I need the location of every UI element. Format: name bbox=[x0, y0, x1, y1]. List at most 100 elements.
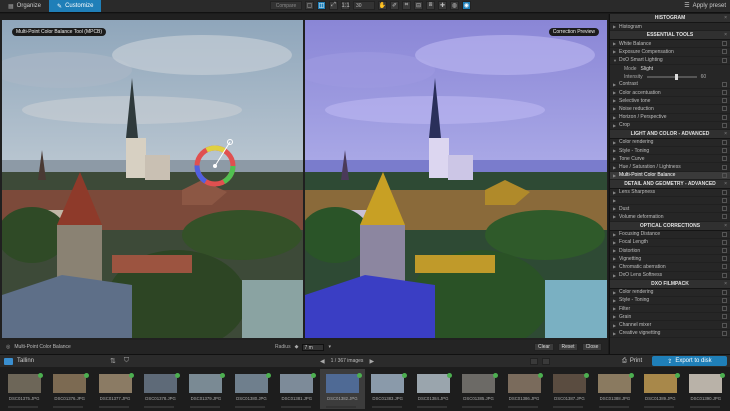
clear-button[interactable]: Clear bbox=[534, 343, 554, 351]
rating-bar[interactable] bbox=[553, 406, 584, 408]
repair-icon[interactable]: ✚ bbox=[438, 1, 447, 10]
panel-row-fp-color-rendering[interactable]: ▶ Color rendering bbox=[610, 289, 730, 297]
filmstrip-thumbnail[interactable]: DSC01385.JPG bbox=[456, 369, 500, 409]
zoom-fit-icon[interactable]: ⤢ bbox=[329, 1, 338, 10]
filmstrip-thumbnail[interactable]: DSC01379.JPG bbox=[184, 369, 228, 409]
panel-row-focusing-distance[interactable]: ▶ Focusing Distance bbox=[610, 231, 730, 239]
close-section-icon[interactable]: × bbox=[724, 180, 727, 189]
filmstrip-thumbnail[interactable]: DSC01375.JPG bbox=[2, 369, 46, 409]
panel-row-multi-point[interactable]: ▶ Multi-Point Color Balance bbox=[610, 171, 730, 180]
panel-row-distortion[interactable]: ▶ Distortion bbox=[610, 247, 730, 256]
preset-box-icon[interactable] bbox=[722, 189, 727, 195]
compare-button[interactable]: Compare bbox=[270, 1, 302, 10]
preset-box-icon[interactable] bbox=[722, 248, 727, 254]
optical-corrections-header[interactable]: OPTICAL CORRECTIONS × bbox=[610, 221, 730, 231]
close-section-icon[interactable]: × bbox=[724, 14, 727, 23]
rating-bar[interactable] bbox=[235, 406, 266, 408]
rating-bar[interactable] bbox=[507, 406, 538, 408]
single-view-icon[interactable]: ▢ bbox=[305, 1, 314, 10]
filmstrip-thumbnail[interactable]: DSC01382.JPG bbox=[320, 369, 365, 409]
filmstrip-thumbnail[interactable]: DSC01383.JPG bbox=[366, 369, 410, 409]
intensity-value[interactable]: 60 bbox=[701, 74, 707, 80]
filmstrip-thumbnail[interactable]: DSC01378.JPG bbox=[138, 369, 182, 409]
panel-row-tone-curve[interactable]: ▶ Tone Curve bbox=[610, 155, 730, 164]
panel-row-color-rendering[interactable]: ▶ Color rendering bbox=[610, 139, 730, 148]
rating-bar[interactable] bbox=[189, 406, 220, 408]
intensity-slider[interactable] bbox=[646, 73, 697, 80]
panel-row-chromatic-aberration[interactable]: ▶ Chromatic aberration bbox=[610, 263, 730, 272]
small-thumbnails-button[interactable] bbox=[530, 357, 538, 365]
light-color-header[interactable]: LIGHT AND COLOR - ADVANCED × bbox=[610, 129, 730, 139]
correction-preview-pane[interactable]: Correction Preview bbox=[305, 20, 607, 338]
filmstrip-thumbnail[interactable]: DSC01377.JPG bbox=[93, 369, 137, 409]
panel-row-fp-grain[interactable]: ▶ Grain bbox=[610, 313, 730, 322]
panel-row-lens-sharpness[interactable]: ▶ Lens Sharpness bbox=[610, 189, 730, 197]
sort-icon[interactable]: ⇅ bbox=[110, 357, 116, 365]
close-section-icon[interactable]: × bbox=[724, 222, 727, 231]
filmpack-header[interactable]: DXO FILMPACK × bbox=[610, 279, 730, 289]
rating-bar[interactable] bbox=[144, 406, 175, 408]
preset-box-icon[interactable] bbox=[722, 314, 727, 320]
print-button[interactable]: ⎙ Print bbox=[622, 358, 642, 365]
panel-row-lens-softness[interactable]: ▶ DxO Lens Softness bbox=[610, 272, 730, 280]
filmstrip-thumbnail[interactable]: DSC01390.JPG bbox=[684, 369, 728, 409]
preset-box-icon[interactable] bbox=[722, 57, 727, 63]
preset-box-icon[interactable] bbox=[722, 214, 727, 220]
tab-customize[interactable]: ✎ Customize bbox=[49, 0, 102, 12]
histogram-row[interactable]: ▶ Histogram bbox=[610, 23, 730, 32]
tab-organize[interactable]: ▦ Organize bbox=[0, 0, 49, 12]
large-thumbnails-button[interactable] bbox=[542, 357, 550, 365]
color-balance-icon[interactable]: ◉ bbox=[462, 1, 471, 10]
reset-button[interactable]: Reset bbox=[558, 343, 578, 351]
panel-row-volume-deformation[interactable]: ▶ Volume deformation bbox=[610, 213, 730, 222]
rating-bar[interactable] bbox=[280, 406, 311, 408]
local-adjust-icon[interactable]: ◍ bbox=[450, 1, 459, 10]
preset-box-icon[interactable] bbox=[722, 256, 727, 262]
panel-row-white-balance[interactable]: ▶ White Balance bbox=[610, 40, 730, 49]
histogram-header[interactable]: HISTOGRAM × bbox=[610, 14, 730, 23]
preset-box-icon[interactable] bbox=[722, 264, 727, 270]
panel-row-style-toning[interactable]: ▶ Style - Toning bbox=[610, 147, 730, 156]
apply-preset-button[interactable]: ☰ Apply preset bbox=[684, 2, 726, 10]
zoom-select[interactable]: 30 bbox=[353, 1, 375, 10]
split-view-icon[interactable]: ◫ bbox=[317, 1, 326, 10]
panel-row-dust[interactable]: ▶ Dust bbox=[610, 205, 730, 214]
preset-box-icon[interactable] bbox=[722, 297, 727, 303]
rating-bar[interactable] bbox=[598, 406, 629, 408]
panel-row-exposure[interactable]: ▶ Exposure Compensation bbox=[610, 48, 730, 57]
filmstrip-thumbnail[interactable]: DSC01381.JPG bbox=[275, 369, 319, 409]
radius-arrow-icon[interactable]: ◆ bbox=[295, 344, 299, 350]
panel-row-hsl[interactable]: ▶ Hue / Saturation / Lightness bbox=[610, 163, 730, 172]
hand-icon[interactable]: ✋ bbox=[378, 1, 387, 10]
panel-row-selective-tone[interactable]: ▶ Selective tone bbox=[610, 97, 730, 106]
preset-box-icon[interactable] bbox=[722, 206, 727, 212]
preset-box-icon[interactable] bbox=[722, 81, 727, 87]
filmstrip-thumbnail[interactable]: DSC01376.JPG bbox=[47, 369, 91, 409]
preset-box-icon[interactable] bbox=[722, 164, 727, 170]
close-section-icon[interactable]: × bbox=[724, 130, 727, 139]
close-button[interactable]: Close bbox=[582, 343, 602, 351]
panel-row-blank[interactable]: ▶ bbox=[610, 197, 730, 206]
panel-row-fp-channel-mixer[interactable]: ▶ Channel mixer bbox=[610, 321, 730, 330]
filmstrip-thumbnail[interactable]: DSC01380.JPG bbox=[229, 369, 273, 409]
preset-box-icon[interactable] bbox=[722, 98, 727, 104]
preset-box-icon[interactable] bbox=[722, 139, 727, 145]
radius-stepper-icon[interactable]: ▾ bbox=[328, 344, 331, 350]
next-image-icon[interactable]: ▶ bbox=[369, 358, 374, 365]
preset-box-icon[interactable] bbox=[722, 114, 727, 120]
panel-row-vignetting[interactable]: ▶ Vignetting bbox=[610, 255, 730, 264]
filmstrip-thumbnail[interactable]: DSC01389.JPG bbox=[638, 369, 682, 409]
current-folder[interactable]: Tallinn bbox=[0, 357, 34, 365]
crop-icon[interactable]: ⌗ bbox=[402, 1, 411, 10]
filter-icon[interactable]: ⛉ bbox=[124, 357, 129, 365]
preset-box-icon[interactable] bbox=[722, 239, 727, 245]
close-section-icon[interactable]: × bbox=[724, 31, 727, 40]
detail-geometry-header[interactable]: DETAIL AND GEOMETRY - ADVANCED × bbox=[610, 179, 730, 189]
rating-bar[interactable] bbox=[416, 406, 447, 408]
rating-bar[interactable] bbox=[462, 406, 493, 408]
zoom-ratio-button[interactable]: 1:1 bbox=[341, 1, 350, 10]
panel-row-fp-filter[interactable]: ▶ Filter bbox=[610, 305, 730, 314]
panel-row-fp-creative-vignetting[interactable]: ▶ Creative vignetting bbox=[610, 330, 730, 338]
panel-row-focal-length[interactable]: ▶ Focal Length bbox=[610, 239, 730, 247]
rating-bar[interactable] bbox=[644, 406, 675, 408]
